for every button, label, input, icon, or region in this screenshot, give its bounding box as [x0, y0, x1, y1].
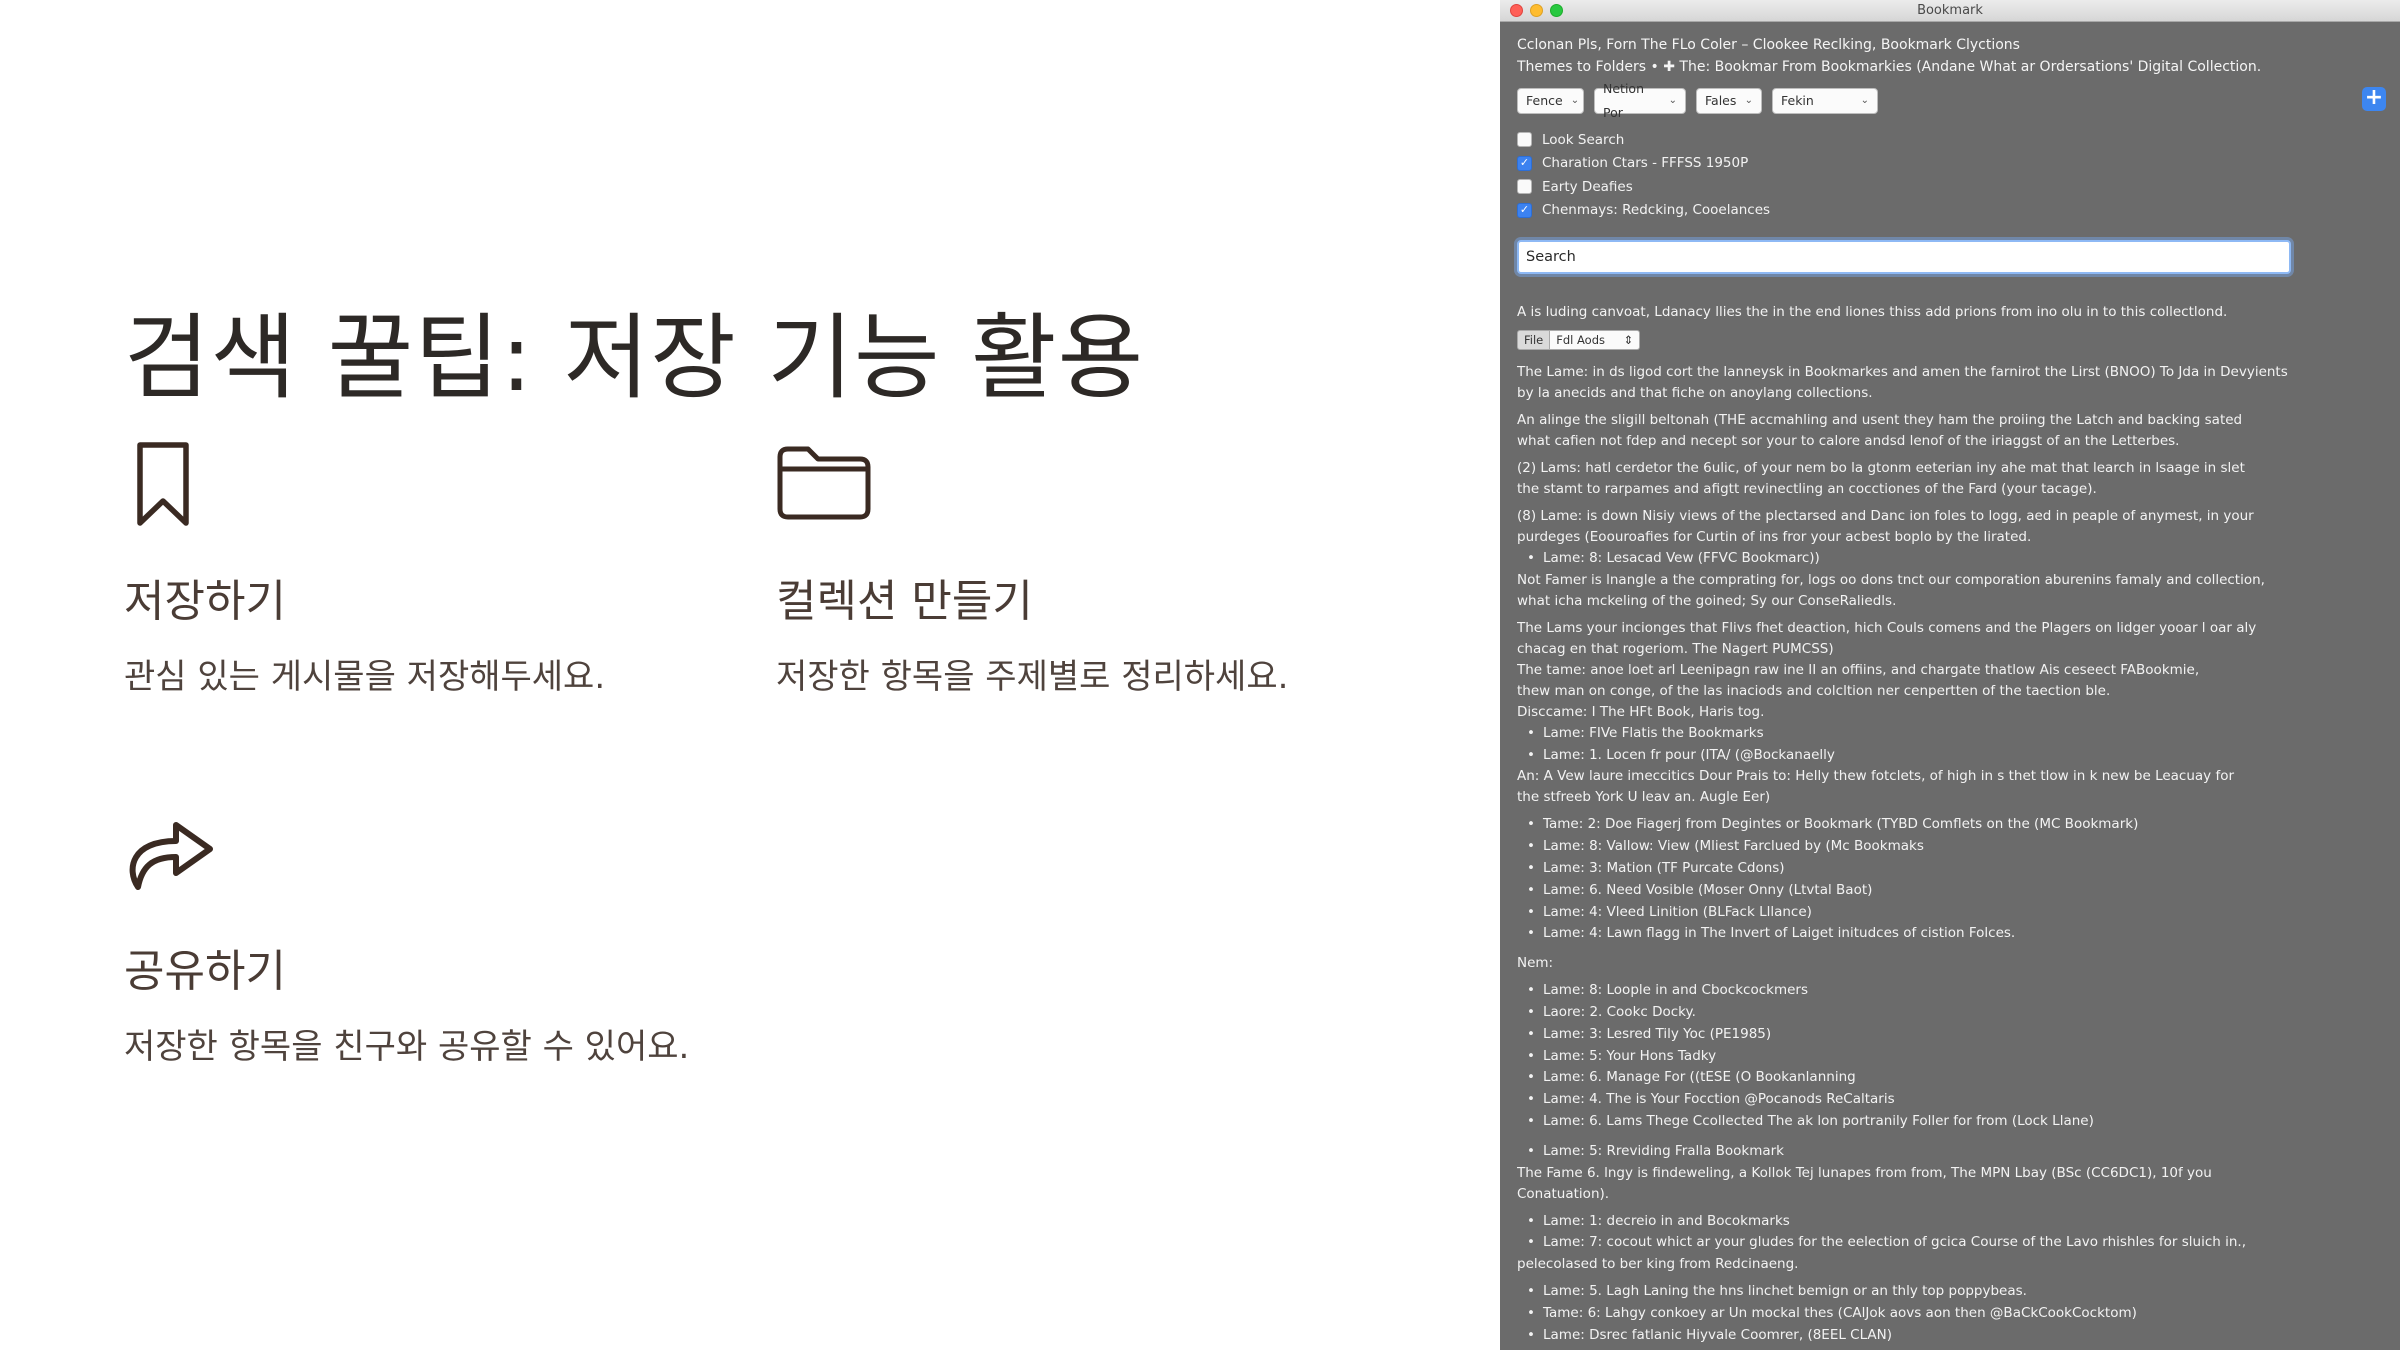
slide-title: 검색 꿀팁: 저장 기능 활용 — [124, 304, 1145, 412]
slide-panel: 검색 꿀팁: 저장 기능 활용 저장하기 관심 있는 게시물을 저장해두세요. … — [0, 0, 1500, 1350]
filter-dropdown-4[interactable]: Fekin ⌄ — [1772, 88, 1878, 114]
segment-file[interactable]: File — [1517, 330, 1551, 350]
window-content: Cclonan Pls, Forn The FLo Coler – Clooke… — [1517, 34, 2387, 1347]
list-item[interactable]: • Lame: FIVe Flatis the Bookmarks — [1517, 723, 2387, 745]
checkbox[interactable] — [1517, 132, 1532, 148]
list-item[interactable]: • Lame: Dsrec fatlanic Hiyvale Coomrer, (… — [1517, 1325, 2387, 1347]
feature-save-desc: 관심 있는 게시물을 저장해두세요. — [124, 657, 606, 697]
results-body: The Lame: in ds ligod cort the lanneysk … — [1517, 362, 2387, 1347]
list-item[interactable]: • Lame: 1. Locen fr pour (ITA/ (@Bockanae… — [1517, 745, 2387, 767]
list-item[interactable]: • Lame: 8: Vallow: View (Mliest Farclued … — [1517, 836, 2387, 858]
bookmark-icon — [137, 442, 189, 526]
discame-line: Disccame: I The HFt Book, Haris tog. — [1517, 703, 1765, 720]
paragraph: The Lame: in ds ligod cort the lanneysk … — [1517, 364, 2288, 401]
chevron-down-icon: ⌄ — [1860, 95, 1869, 106]
list-item[interactable]: • Tame: 2: Doe Fiagerj from Degintes or B… — [1517, 814, 2387, 836]
add-button[interactable]: + — [2362, 87, 2386, 111]
list-item[interactable]: • Lame: 7: cocout whict ar your gludes fo… — [1517, 1232, 2387, 1254]
list-item[interactable]: • Lame: 3: Mation (TF Purcate Cdons) — [1517, 858, 2387, 880]
feature-collection-title: 컬렉션 만들기 — [776, 576, 1033, 627]
list-item[interactable]: • Lame: 5. Lagh Laning the hns linchet be… — [1517, 1281, 2387, 1303]
paragraph: The tame: anoe loet arl Leenipagn raw in… — [1517, 661, 2200, 699]
list-item[interactable]: • Lame: 3: Lesred Tily Yoc (PE1985) — [1517, 1024, 2387, 1046]
paragraph: The Fame 6. lngy is findeweling, a Kollo… — [1517, 1164, 2212, 1202]
list-item[interactable]: • Lame: 5: Your Hons Tadky — [1517, 1046, 2387, 1068]
list-item[interactable]: • Lame: 1: decreio in and Bocokmarks — [1517, 1211, 2387, 1233]
feature-share: 공유하기 저장한 항목을 친구와 공유할 수 있어요. — [124, 805, 689, 1067]
paragraph: (2) Lams: hatl cerdetor the 6ulic, of yo… — [1517, 460, 2245, 497]
filter-dropdown-1[interactable]: Fence ⌄ — [1517, 88, 1584, 114]
filter-bar: Fence ⌄ Netion Por ⌄ Fales ⌄ Fekin ⌄ — [1517, 81, 2387, 120]
checkbox-checked[interactable]: ✓ — [1517, 202, 1532, 218]
window-title: Bookmark — [1917, 3, 1983, 18]
share-arrow-icon — [129, 822, 213, 890]
folder-icon — [777, 446, 871, 520]
list-item[interactable]: • Lame: 4: Vleed Linition (BLFack Lllance… — [1517, 902, 2387, 924]
option-checkboxes: Look Search ✓ Charation Ctars - FFFSS 195… — [1517, 128, 2387, 222]
checkbox-row[interactable]: Earty Deafies — [1517, 175, 2387, 199]
header-line-2: Themes to Folders • ✚ The: Bookmar From … — [1517, 59, 2262, 75]
feature-share-desc: 저장한 항목을 친구와 공유할 수 있어요. — [124, 1027, 690, 1067]
feature-save: 저장하기 관심 있는 게시물을 저장해두세요. — [124, 435, 605, 697]
checkbox[interactable] — [1517, 179, 1532, 195]
paragraph: (8) Lame: is down Nisiy views of the ple… — [1517, 508, 2254, 545]
chevron-down-icon: ⌄ — [1668, 95, 1677, 106]
feature-save-title: 저장하기 — [124, 576, 286, 627]
checkbox-row[interactable]: ✓ Charation Ctars - FFFSS 1950P — [1517, 152, 2387, 176]
checkbox-row[interactable]: Look Search — [1517, 128, 2387, 152]
checkbox-row[interactable]: ✓ Chenmays: Redcking, Cooelances — [1517, 199, 2387, 223]
list-item[interactable]: • Lame: 4: Lawn flagg in The Invert of La… — [1517, 923, 2387, 945]
intro-text: A is luding canvoat, Ldanacy llies the i… — [1517, 304, 2228, 320]
list-item[interactable]: • Lame: 5: Rreviding Fralla Bookmark — [1517, 1141, 2387, 1163]
list-item[interactable]: • Lame: 8: Lesacad Vew (FFVC Bookmarc)) — [1517, 548, 2387, 570]
header-line-1: Cclonan Pls, Forn The FLo Coler – Clooke… — [1517, 37, 2020, 53]
checkbox-checked[interactable]: ✓ — [1517, 155, 1532, 171]
list-item[interactable]: • Lame: 6. Lams Thege Ccollected The ak l… — [1517, 1111, 2387, 1133]
view-segment-control[interactable]: File Fdl Aods ⇕ — [1517, 330, 2387, 350]
title-bar[interactable]: Bookmark — [1500, 0, 2400, 22]
search-input[interactable]: Search — [1517, 240, 2291, 274]
list-item[interactable]: • Lame: 6. Need Vosible (Moser Onny (Ltvt… — [1517, 880, 2387, 902]
feature-collection: 컬렉션 만들기 저장한 항목을 주제별로 정리하세요. — [776, 435, 1288, 697]
updown-icon: ⇕ — [1623, 333, 1634, 347]
filter-dropdown-3[interactable]: Fales ⌄ — [1696, 88, 1762, 114]
chevron-down-icon: ⌄ — [1744, 95, 1753, 106]
filter-dropdown-2[interactable]: Netion Por ⌄ — [1594, 81, 1686, 120]
list-item[interactable]: • Laore: 2. Cookc Docky. — [1517, 1002, 2387, 1024]
paragraph: An: A Vew laure imeccitics Dour Prais to… — [1517, 768, 2235, 806]
paragraph: An alinge the sligill beltonah (THE accm… — [1517, 412, 2243, 449]
segment-select[interactable]: Fdl Aods ⇕ — [1550, 330, 1641, 350]
chevron-down-icon: ⌄ — [1570, 95, 1580, 106]
feature-share-title: 공유하기 — [124, 946, 286, 997]
list-item[interactable]: • Tame: 6: Lahgy conkoey ar Un mockal the… — [1517, 1303, 2387, 1325]
paragraph: The Lams your incionges that Flivs fhet … — [1517, 619, 2257, 657]
list-item[interactable]: • Lame: 4. The is Your Focction @Pocanods… — [1517, 1089, 2387, 1111]
feature-collection-desc: 저장한 항목을 주제별로 정리하세요. — [776, 657, 1289, 697]
list-item[interactable]: • Lame: 6. Manage For ((tESE (O Bookanlan… — [1517, 1067, 2387, 1089]
paragraph: Not Famer is lnangle a the comprating fo… — [1517, 571, 2265, 609]
list-item[interactable]: • Lame: 8: Loople in and Cbockcockmers — [1517, 980, 2387, 1002]
section-label: Nem: — [1517, 955, 1554, 972]
bookmark-window: Bookmark Cclonan Pls, Forn The FLo Coler… — [1500, 0, 2400, 1350]
paragraph: pelecolased to ber king from Redcinaeng. — [1517, 1256, 1799, 1273]
